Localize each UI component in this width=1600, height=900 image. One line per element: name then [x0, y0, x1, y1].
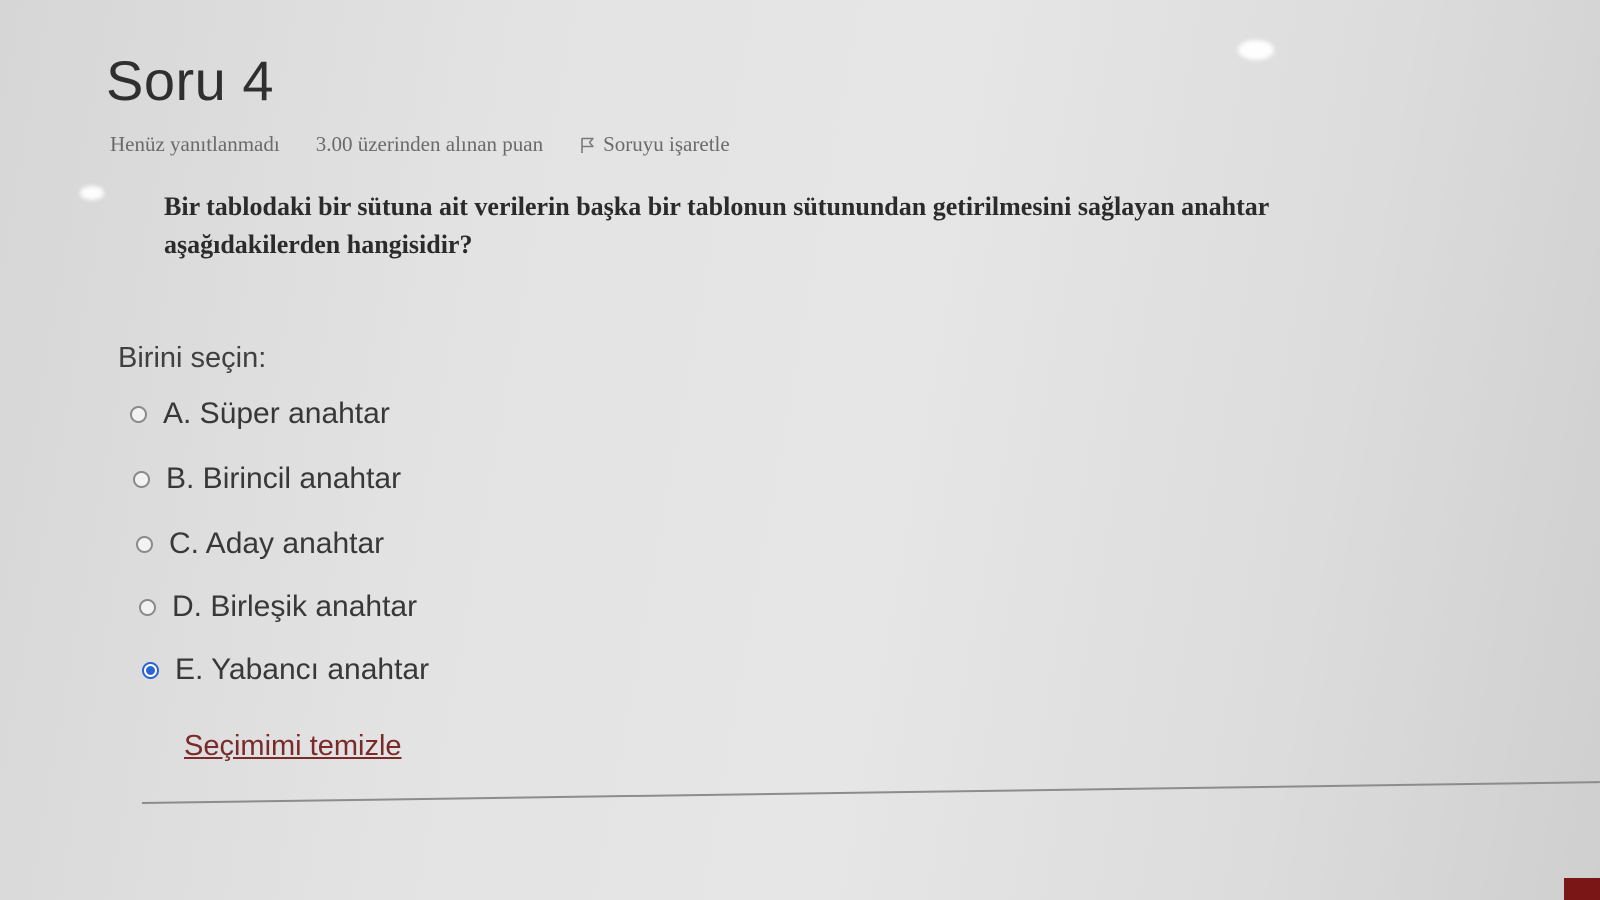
next-button-edge[interactable]: [1564, 878, 1600, 900]
clear-selection-link[interactable]: Seçimimi temizle: [184, 730, 402, 763]
answer-option-label: C. Aday anahtar: [169, 527, 385, 560]
radio-button[interactable]: [133, 470, 150, 488]
answer-option-b[interactable]: B. Birincil anahtar: [133, 462, 401, 496]
question-title: Soru 4: [106, 49, 274, 112]
radio-button[interactable]: [136, 535, 153, 553]
answer-option-d[interactable]: D. Birleşik anahtar: [139, 590, 417, 624]
flag-icon: [581, 137, 594, 153]
question-grade: 3.00 üzerinden alınan puan: [315, 132, 544, 156]
answer-option-label: B. Birincil anahtar: [166, 462, 402, 495]
answer-option-e[interactable]: E. Yabancı anahtar: [142, 653, 429, 687]
screen-glare: [1238, 40, 1274, 60]
answer-option-label: E. Yabancı anahtar: [175, 653, 430, 686]
flag-question-link[interactable]: Soruyu işaretle: [579, 132, 730, 157]
radio-button-selected[interactable]: [142, 661, 159, 679]
flag-question-label: Soruyu işaretle: [603, 132, 730, 156]
screen-glare: [80, 186, 104, 200]
radio-button[interactable]: [139, 598, 156, 616]
question-state: Henüz yanıtlanmadı: [110, 132, 280, 156]
quiz-page: Soru 4 Henüz yanıtlanmadı 3.00 üzerinden…: [0, 0, 1600, 900]
answer-option-label: D. Birleşik anahtar: [172, 590, 418, 623]
answer-option-label: A. Süper anahtar: [163, 397, 390, 430]
question-info: Henüz yanıtlanmadı 3.00 üzerinden alınan…: [110, 132, 730, 157]
question-text: Bir tablodaki bir sütuna ait verilerin b…: [164, 192, 1269, 259]
answer-option-a[interactable]: A. Süper anahtar: [130, 397, 390, 431]
answer-option-c[interactable]: C. Aday anahtar: [136, 527, 384, 561]
answer-prompt: Birini seçin:: [118, 342, 267, 374]
radio-button[interactable]: [130, 405, 147, 423]
divider: [141, 781, 1600, 804]
